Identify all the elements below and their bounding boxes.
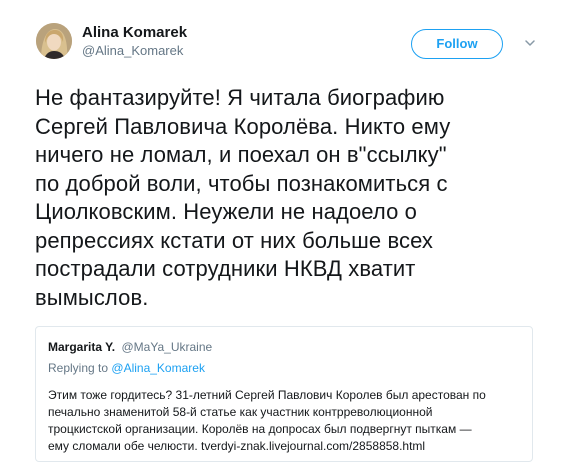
avatar[interactable]	[36, 23, 72, 59]
quoted-tweet-text: Этим тоже гордитесь? 31-летний Сергей Па…	[48, 388, 486, 453]
quoted-tweet-header: Margarita Y. @MaYa_Ukraine	[48, 340, 212, 355]
chevron-down-icon[interactable]	[524, 36, 536, 48]
author-display-name[interactable]: Alina Komarek	[82, 24, 187, 42]
author-handle[interactable]: @Alina_Komarek	[82, 43, 187, 59]
quoted-author-handle: @MaYa_Ukraine	[121, 340, 213, 354]
quoted-tweet[interactable]: Margarita Y. @MaYa_Ukraine Replying to @…	[35, 326, 533, 462]
tweet-card: Alina Komarek @Alina_Komarek Follow Не ф…	[0, 0, 567, 475]
replying-to-link[interactable]: @Alina_Komarek	[111, 361, 205, 375]
avatar-photo-icon	[36, 23, 72, 59]
tweet-text: Не фантазируйте! Я читала биографию Серг…	[35, 85, 451, 310]
follow-button[interactable]: Follow	[411, 29, 503, 59]
author-block: Alina Komarek @Alina_Komarek	[82, 24, 187, 59]
quoted-author-name: Margarita Y.	[48, 340, 116, 354]
replying-to-line: Replying to @Alina_Komarek	[48, 361, 205, 376]
replying-prefix: Replying to	[48, 361, 109, 375]
